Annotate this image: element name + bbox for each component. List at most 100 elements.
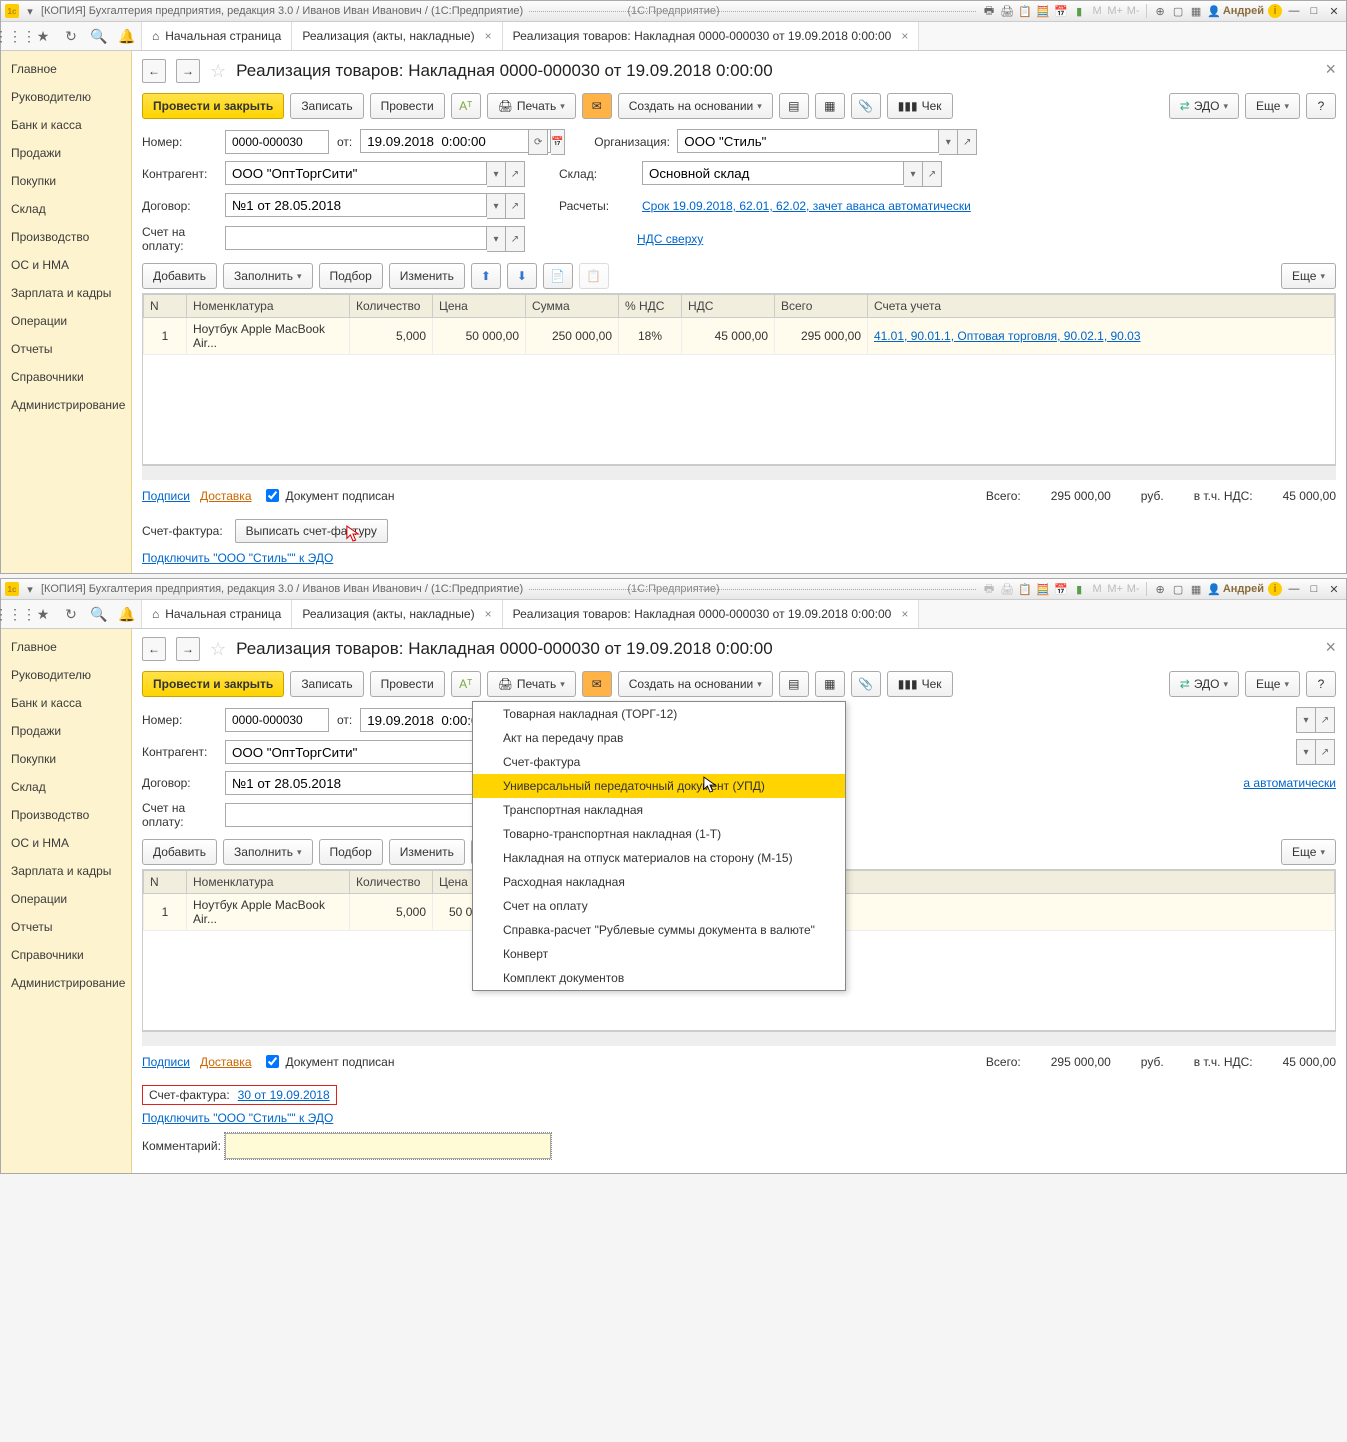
col-sum[interactable]: Сумма xyxy=(526,295,619,318)
signed-checkbox[interactable]: Документ подписан xyxy=(262,1052,395,1071)
tb-icon-2[interactable]: 🖨 xyxy=(1000,582,1014,596)
tb-icon-panels[interactable]: ▢ xyxy=(1171,582,1185,596)
tb-icon-m3[interactable]: M- xyxy=(1126,582,1140,596)
cell-n[interactable]: 1 xyxy=(144,894,187,931)
cell-n[interactable]: 1 xyxy=(144,318,187,355)
cell-nom[interactable]: Ноутбук Apple MacBook Air... xyxy=(187,318,350,355)
open-ref-icon[interactable]: ↗ xyxy=(1316,739,1335,765)
post-button[interactable]: Провести xyxy=(370,93,445,119)
h-scrollbar[interactable] xyxy=(142,1031,1336,1046)
col-qty[interactable]: Количество xyxy=(350,871,433,894)
table-more-button[interactable]: Еще ▾ xyxy=(1281,263,1336,289)
history-tab-icon[interactable]: ↻ xyxy=(57,600,85,628)
number-input[interactable] xyxy=(225,708,329,732)
col-nom[interactable]: Номенклатура xyxy=(187,871,350,894)
connect-edo-link[interactable]: Подключить "ООО "Стиль"" к ЭДО xyxy=(142,551,333,565)
history-tab-icon[interactable]: ↻ xyxy=(57,22,85,50)
tb-icon-4[interactable]: 🧮 xyxy=(1036,4,1050,18)
print-button[interactable]: 🖨 Печать ▾ xyxy=(487,93,576,119)
restore-button[interactable]: □ xyxy=(1306,582,1322,596)
nav-back-button[interactable]: ← xyxy=(142,59,166,83)
info-icon[interactable]: i xyxy=(1268,4,1282,18)
podpisi-link[interactable]: Подписи xyxy=(142,1055,190,1069)
open-ref-icon[interactable]: ↗ xyxy=(923,161,942,187)
close-icon[interactable]: × xyxy=(485,29,492,43)
layout2-button[interactable]: ▦ xyxy=(815,93,845,119)
dropdown-icon[interactable]: ▾ xyxy=(23,582,37,596)
tb-icon-grid[interactable]: ▦ xyxy=(1189,4,1203,18)
sidebar-item-oper[interactable]: Операции xyxy=(1,885,131,913)
schet-input[interactable] xyxy=(225,803,475,827)
sidebar-item-oper[interactable]: Операции xyxy=(1,307,131,335)
tab-list[interactable]: Реализация (акты, накладные) × xyxy=(292,22,502,50)
menu-item[interactable]: Счет-фактура xyxy=(473,750,845,774)
user-label[interactable]: 👤 Андрей xyxy=(1207,583,1264,596)
menu-item[interactable]: Расходная накладная xyxy=(473,870,845,894)
tb-icon-m1[interactable]: M xyxy=(1090,4,1104,18)
signed-checkbox[interactable]: Документ подписан xyxy=(262,486,395,505)
minimize-button[interactable]: — xyxy=(1286,582,1302,596)
sidebar-item-sales[interactable]: Продажи xyxy=(1,139,131,167)
report-button[interactable]: Aᵀ xyxy=(451,93,481,119)
raschety-link[interactable]: Срок 19.09.2018, 62.01, 62.02, зачет ава… xyxy=(642,199,971,213)
cell-price[interactable]: 50 000,00 xyxy=(433,318,526,355)
close-app-button[interactable]: ✕ xyxy=(1326,582,1342,596)
create-on-button[interactable]: Создать на основании ▾ xyxy=(618,93,773,119)
tb-icon-2[interactable]: 🖨 xyxy=(1000,4,1014,18)
menu-item[interactable]: Акт на передачу прав xyxy=(473,726,845,750)
report-button[interactable]: Aᵀ xyxy=(451,671,481,697)
paste-button[interactable]: 📋 xyxy=(579,263,609,289)
tb-icon-m1[interactable]: M xyxy=(1090,582,1104,596)
sklad-input[interactable] xyxy=(642,161,904,185)
sidebar-item-main[interactable]: Главное xyxy=(1,633,131,661)
sidebar-item-hr[interactable]: Зарплата и кадры xyxy=(1,279,131,307)
move-up-button[interactable]: ⬆ xyxy=(471,263,501,289)
tb-icon-6[interactable]: ▮ xyxy=(1072,582,1086,596)
tb-icon-3[interactable]: 📋 xyxy=(1018,4,1032,18)
tb-icon-search[interactable]: ⊕ xyxy=(1153,582,1167,596)
cell-nom[interactable]: Ноутбук Apple MacBook Air... xyxy=(187,894,350,931)
tb-icon-5[interactable]: 📅 xyxy=(1054,582,1068,596)
open-ref-icon[interactable]: ↗ xyxy=(1316,707,1335,733)
dogovor-input[interactable] xyxy=(225,771,475,795)
menu-item[interactable]: Накладная на отпуск материалов на сторон… xyxy=(473,846,845,870)
fill-button[interactable]: Заполнить ▾ xyxy=(223,263,312,289)
restore-button[interactable]: □ xyxy=(1306,4,1322,18)
favorite-tab-icon[interactable]: ★ xyxy=(29,22,57,50)
tb-icon-m3[interactable]: M- xyxy=(1126,4,1140,18)
col-price[interactable]: Цена xyxy=(433,295,526,318)
cell-nds[interactable]: 45 000,00 xyxy=(682,318,775,355)
tb-icon-3[interactable]: 📋 xyxy=(1018,582,1032,596)
attach-button[interactable]: 📎 xyxy=(851,93,881,119)
sidebar-item-reports[interactable]: Отчеты xyxy=(1,335,131,363)
col-qty[interactable]: Количество xyxy=(350,295,433,318)
edo-button[interactable]: ⇄ ЭДО ▾ xyxy=(1169,671,1239,697)
sidebar-item-sklad[interactable]: Склад xyxy=(1,195,131,223)
col-n[interactable]: N xyxy=(144,871,187,894)
tb-icon-grid[interactable]: ▦ xyxy=(1189,582,1203,596)
col-total[interactable]: Всего xyxy=(775,295,868,318)
nds-link[interactable]: НДС сверху xyxy=(637,232,703,246)
sidebar-item-buy[interactable]: Покупки xyxy=(1,167,131,195)
tab-home[interactable]: ⌂ Начальная страница xyxy=(141,600,292,628)
contr-input[interactable] xyxy=(225,161,487,185)
search-tab-icon[interactable]: 🔍 xyxy=(85,600,113,628)
sidebar-item-sales[interactable]: Продажи xyxy=(1,717,131,745)
nav-fwd-button[interactable]: → xyxy=(176,637,200,661)
comment-input[interactable] xyxy=(225,1133,551,1159)
tb-icon-5[interactable]: 📅 xyxy=(1054,4,1068,18)
col-pnds[interactable]: % НДС xyxy=(619,295,682,318)
menu-item[interactable]: Товарно-транспортная накладная (1-Т) xyxy=(473,822,845,846)
add-button[interactable]: Добавить xyxy=(142,263,217,289)
cell-qty[interactable]: 5,000 xyxy=(350,894,433,931)
change-button[interactable]: Изменить xyxy=(389,839,465,865)
sidebar-item-admin[interactable]: Администрирование xyxy=(1,391,131,419)
menu-item[interactable]: Счет на оплату xyxy=(473,894,845,918)
tab-document[interactable]: Реализация товаров: Накладная 0000-00003… xyxy=(503,600,920,628)
table-row[interactable]: 1 Ноутбук Apple MacBook Air... 5,000 50 … xyxy=(144,318,1335,355)
connect-edo-link[interactable]: Подключить "ООО "Стиль"" к ЭДО xyxy=(142,1111,333,1125)
open-ref-icon[interactable]: ↗ xyxy=(958,129,977,155)
dostavka-link[interactable]: Доставка xyxy=(200,1055,252,1069)
col-n[interactable]: N xyxy=(144,295,187,318)
schet-input[interactable] xyxy=(225,226,487,250)
